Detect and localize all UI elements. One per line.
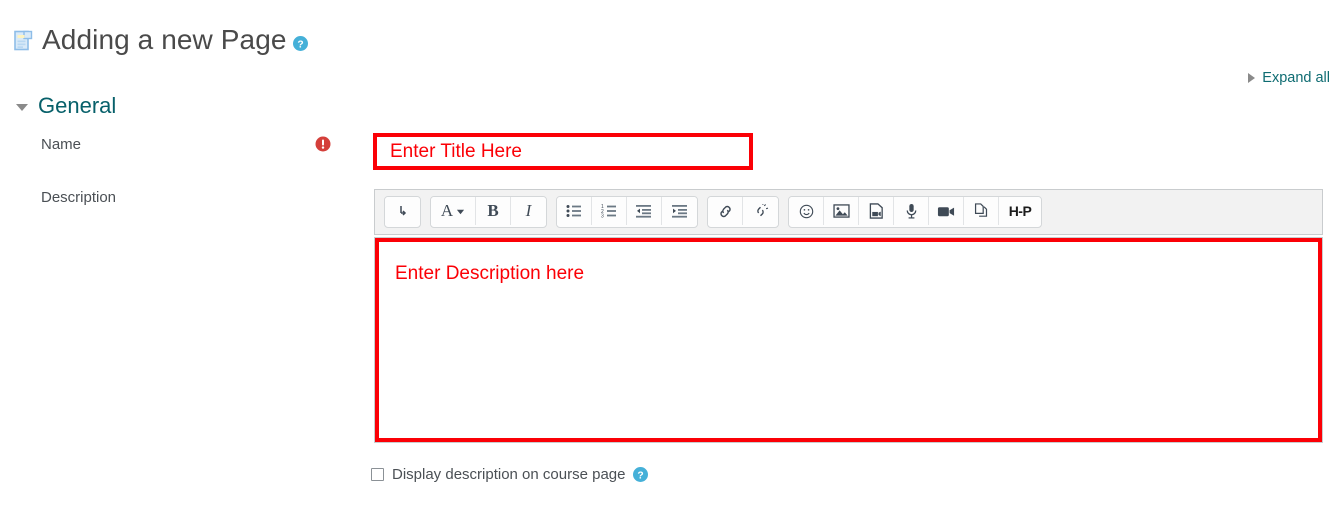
record-audio-button[interactable] [894, 197, 929, 225]
description-editor-container: Enter Description here [374, 237, 1323, 443]
description-editor-input[interactable]: Enter Description here [395, 263, 584, 285]
required-exclamation-icon [315, 136, 331, 152]
bold-label: B [487, 201, 499, 220]
name-input[interactable] [377, 137, 749, 166]
unlink-button[interactable] [743, 197, 778, 225]
expand-all-label: Expand all [1262, 70, 1330, 86]
description-annotation-box: Enter Description here [375, 238, 1322, 442]
svg-text:3: 3 [601, 213, 604, 218]
outdent-button[interactable] [627, 197, 662, 225]
bold-button[interactable]: B [476, 197, 511, 225]
name-field-label: Name [41, 136, 82, 153]
bullet-list-button[interactable] [557, 197, 592, 225]
display-description-row: Display description on course page ? [371, 466, 649, 483]
display-description-checkbox[interactable] [371, 468, 384, 481]
svg-text:?: ? [638, 470, 644, 481]
toolbar-group-link [707, 196, 779, 228]
toolbar-group-expand [384, 196, 421, 228]
editor-toolbar: A B I 1 2 3 H-P [374, 189, 1323, 235]
help-circle-icon[interactable]: ? [633, 467, 649, 482]
section-header-general[interactable]: General [16, 95, 116, 117]
page-header: Adding a new Page ? [14, 26, 308, 54]
toolbar-group-lists: 1 2 3 [556, 196, 698, 228]
chevron-down-icon [457, 209, 465, 214]
insert-media-button[interactable] [859, 197, 894, 225]
h5p-label: H-P [1008, 203, 1032, 219]
triangle-down-icon [16, 104, 28, 111]
toolbar-group-format: A B I [430, 196, 547, 228]
display-description-label: Display description on course page [392, 466, 626, 483]
triangle-right-icon [1248, 73, 1256, 83]
indent-button[interactable] [662, 197, 697, 225]
italic-button[interactable]: I [511, 197, 546, 225]
expand-all-toggle[interactable]: Expand all [1248, 70, 1330, 86]
section-title: General [38, 93, 117, 118]
name-input-annotation-box [373, 133, 753, 170]
numbered-list-button[interactable]: 1 2 3 [592, 197, 627, 225]
manage-files-button[interactable] [964, 197, 999, 225]
insert-image-button[interactable] [824, 197, 859, 225]
help-circle-icon[interactable]: ? [292, 36, 308, 51]
page-document-icon [14, 30, 33, 51]
h5p-button[interactable]: H-P [999, 197, 1041, 225]
show-more-button[interactable] [385, 197, 420, 225]
toolbar-group-media: H-P [788, 196, 1042, 228]
record-video-button[interactable] [929, 197, 964, 225]
page-title: Adding a new Page [42, 24, 287, 55]
italic-label: I [525, 201, 532, 220]
emoji-button[interactable] [789, 197, 824, 225]
style-dropdown-label: A [440, 201, 454, 220]
link-button[interactable] [708, 197, 743, 225]
description-field-label: Description [41, 189, 117, 206]
style-dropdown-button[interactable]: A [431, 197, 476, 225]
svg-text:?: ? [297, 39, 303, 50]
